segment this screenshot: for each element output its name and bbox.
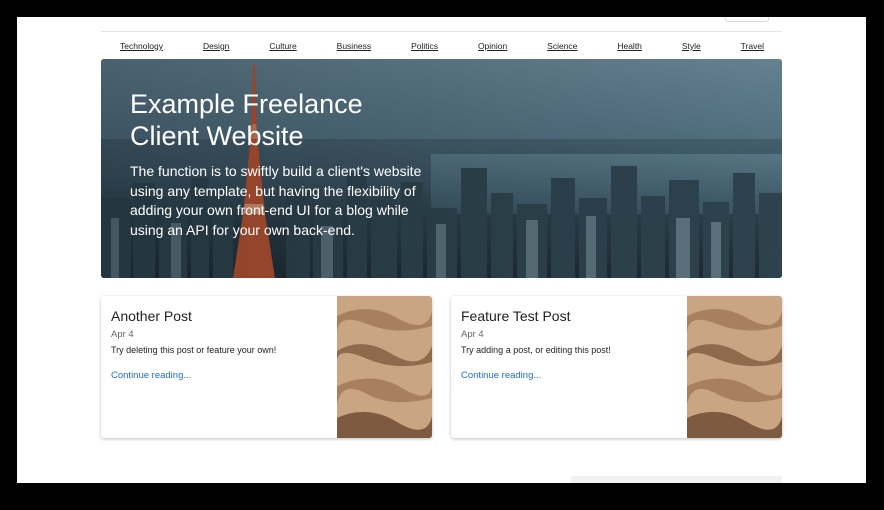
post-date: Apr 4 <box>111 329 134 340</box>
category-nav: Technology Design Culture Business Polit… <box>101 39 782 53</box>
desert-dunes-thumbnail <box>687 296 782 438</box>
post-card: Feature Test Post Apr 4 Try adding a pos… <box>451 296 782 438</box>
post-excerpt: Try adding a post, or editing this post! <box>461 345 611 355</box>
nav-link-opinion[interactable]: Opinion <box>478 39 507 53</box>
nav-link-style[interactable]: Style <box>682 39 701 53</box>
header-divider <box>101 31 782 32</box>
nav-link-technology[interactable]: Technology <box>120 39 163 53</box>
nav-link-health[interactable]: Health <box>617 39 642 53</box>
hero-description: The function is to swiftly build a clien… <box>130 163 422 238</box>
nav-link-culture[interactable]: Culture <box>269 39 296 53</box>
hero-banner: Example Freelance Client Website The fun… <box>101 59 782 278</box>
nav-link-politics[interactable]: Politics <box>411 39 438 53</box>
sidebar-box-partial <box>571 476 782 483</box>
post-date: Apr 4 <box>461 329 484 340</box>
post-excerpt: Try deleting this post or feature your o… <box>111 345 277 355</box>
post-card: Another Post Apr 4 Try deleting this pos… <box>101 296 432 438</box>
hero-title: Example Freelance Client Website <box>130 89 363 151</box>
header-button-partial[interactable] <box>725 17 769 22</box>
nav-link-design[interactable]: Design <box>203 39 229 53</box>
nav-link-business[interactable]: Business <box>337 39 372 53</box>
nav-link-science[interactable]: Science <box>547 39 577 53</box>
continue-reading-link[interactable]: Continue reading... <box>111 370 191 381</box>
browser-viewport: Technology Design Culture Business Polit… <box>17 17 866 483</box>
continue-reading-link[interactable]: Continue reading... <box>461 370 541 381</box>
desert-dunes-thumbnail <box>337 296 432 438</box>
post-title: Another Post <box>111 308 192 324</box>
nav-link-travel[interactable]: Travel <box>741 39 764 53</box>
post-title: Feature Test Post <box>461 308 571 324</box>
